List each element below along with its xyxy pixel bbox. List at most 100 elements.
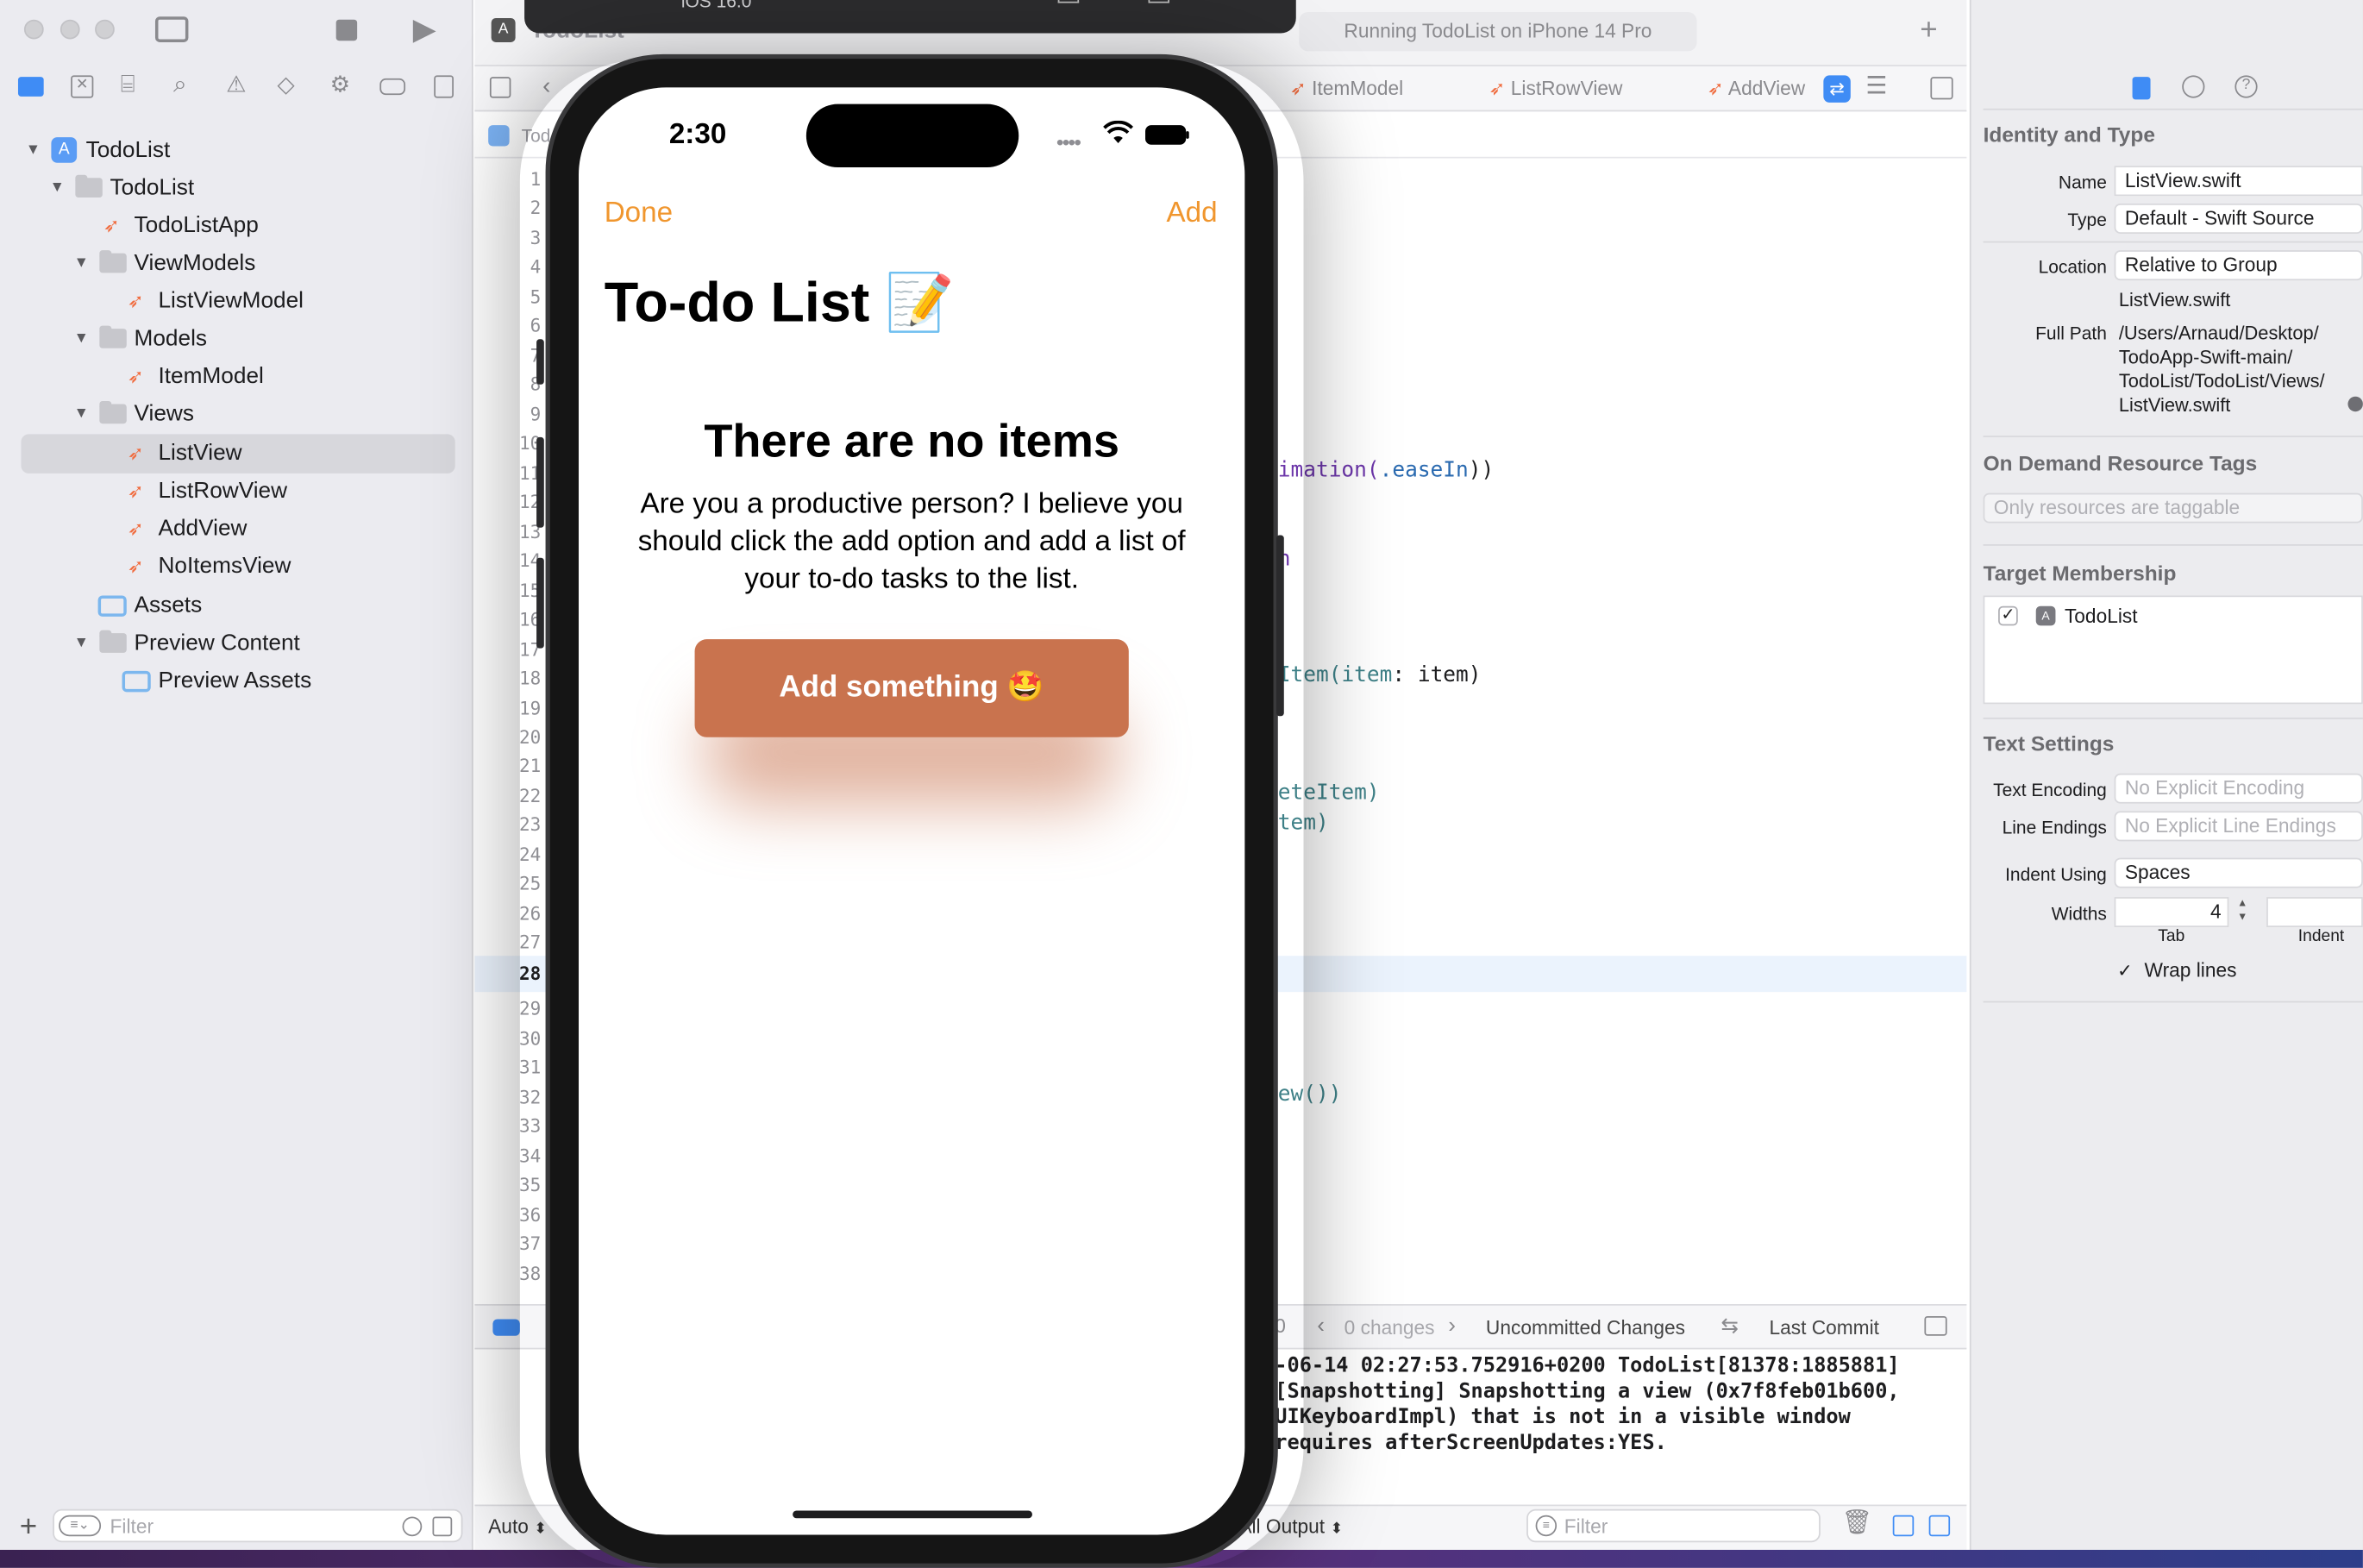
screenshot-icon[interactable] [1057, 0, 1080, 3]
code-line-11[interactable]: imation(.easeIn)) [1278, 458, 1494, 482]
code-line-18[interactable]: Item(item: item) [1278, 663, 1482, 687]
chevron-down-icon[interactable]: ▼ [74, 321, 89, 355]
recent-files-icon[interactable] [402, 1516, 423, 1537]
source-control-navigator-icon[interactable]: ✕ [71, 75, 94, 98]
run-icon[interactable]: ▶ [413, 15, 436, 45]
trash-icon[interactable]: 🗑 [1841, 1511, 1871, 1536]
chevron-down-icon[interactable]: ▼ [74, 625, 89, 660]
rotate-icon[interactable] [1148, 0, 1169, 3]
add-something-button[interactable]: Add something 🤩 [694, 639, 1129, 737]
tree-item-label: ListViewModel [158, 287, 304, 314]
chevron-down-icon[interactable]: ▼ [74, 397, 89, 431]
editor-tab[interactable]: ➶ ListRowView [1489, 77, 1622, 101]
tree-item-assets[interactable]: Preview Assets [0, 663, 452, 698]
hide-debug-area-icon[interactable] [1924, 1316, 1947, 1336]
divider [1983, 1000, 2363, 1003]
indent-width-field[interactable] [2266, 897, 2363, 928]
chevron-right-icon[interactable]: › [1448, 1314, 1456, 1337]
tree-item-group[interactable]: ▼ Preview Content [0, 625, 452, 660]
location-popup[interactable]: Relative to Group [2114, 250, 2363, 281]
tree-item-label: Preview Assets [158, 668, 312, 694]
tab-width-field[interactable]: 4 [2114, 897, 2229, 928]
tree-item-project[interactable]: ▼ A TodoList [0, 133, 452, 167]
chevron-down-icon[interactable]: ▼ [50, 171, 65, 205]
console-filter-field[interactable]: ≡ Filter [1526, 1508, 1821, 1543]
debug-navigator-icon[interactable]: ⚙ [330, 74, 351, 97]
issue-navigator-icon[interactable]: ⚠ [226, 74, 247, 97]
name-field[interactable]: ListView.swift [2114, 166, 2363, 197]
odr-tags-field[interactable]: Only resources are taggable [1983, 492, 2363, 524]
add-tab-icon[interactable]: + [1920, 15, 1937, 45]
filter-options-icon[interactable]: ≡⌄ [59, 1515, 102, 1537]
tree-item-group[interactable]: ▼ ViewModels [0, 246, 452, 280]
folder-icon [99, 250, 127, 273]
close-window-button[interactable] [23, 19, 44, 40]
tree-item-file[interactable]: ➶ ListViewModel [0, 284, 452, 318]
show-variables-icon[interactable] [1892, 1515, 1915, 1537]
find-navigator-icon[interactable]: ⌕ [173, 73, 187, 98]
target-checkbox[interactable]: ✓ [1998, 605, 2018, 626]
canvas-toggle-icon[interactable]: ⇄ [1823, 75, 1851, 103]
uncommitted-changes-button[interactable]: Uncommitted Changes [1486, 1316, 1685, 1339]
editor-options-icon[interactable]: ☰ [1865, 75, 1887, 99]
stop-icon[interactable] [335, 19, 358, 41]
related-items-icon[interactable] [489, 77, 511, 98]
indent-popup[interactable]: Spaces [2114, 857, 2363, 888]
chevron-down-icon[interactable]: ▼ [26, 133, 41, 167]
tree-item-file[interactable]: ➶ AddView [0, 511, 452, 546]
add-button[interactable]: Add [1166, 198, 1217, 230]
test-navigator-icon[interactable]: ◇ [278, 74, 295, 97]
editor-tab[interactable]: ➶ ItemModel [1290, 77, 1403, 101]
back-chevron-icon[interactable]: ‹ [542, 75, 550, 99]
symbol-navigator-icon[interactable]: ⌸ [121, 73, 135, 98]
target-app-icon: A [2035, 605, 2056, 626]
tree-item-file[interactable]: ➶ TodoListApp [0, 208, 452, 242]
line-endings-popup[interactable]: No Explicit Line Endings [2114, 811, 2363, 842]
editor-tab[interactable]: ➶ AddView [1708, 77, 1805, 101]
swift-file-icon: ➶ [1289, 77, 1313, 100]
tree-item-group[interactable]: ▼ Models [0, 321, 452, 355]
tree-item-label: Preview Content [134, 630, 300, 656]
swap-icon[interactable]: ⇆ [1721, 1314, 1739, 1335]
chevron-left-icon[interactable]: ‹ [1317, 1314, 1325, 1337]
folder-icon [99, 400, 127, 424]
report-navigator-icon[interactable] [434, 75, 454, 98]
history-inspector-icon[interactable] [2182, 75, 2205, 98]
tree-item-assets[interactable]: Assets [0, 588, 452, 623]
tab-width-stepper[interactable]: ▲ ▼ [2234, 897, 2252, 927]
breakpoints-toggle-icon[interactable] [492, 1319, 520, 1336]
tree-item-group[interactable]: ▼ Views [0, 397, 452, 431]
tree-item-file[interactable]: ➶ ListRowView [0, 474, 452, 508]
wrap-lines-checkbox[interactable]: ✓ [2117, 960, 2133, 981]
console-line: [Snapshotting] Snapshotting a view (0x7f… [1275, 1379, 1900, 1404]
split-editor-icon[interactable] [1930, 77, 1953, 100]
sidebar-toggle-icon[interactable] [154, 16, 189, 42]
quick-help-icon[interactable]: ? [2235, 75, 2258, 98]
file-inspector-icon[interactable] [2132, 77, 2151, 100]
add-icon[interactable]: + [20, 1512, 37, 1542]
popup-value: No Explicit Encoding [2124, 776, 2305, 800]
tree-item-group-todolist[interactable]: ▼ TodoList [0, 171, 452, 205]
minimize-window-button[interactable] [60, 19, 80, 40]
tree-item-file[interactable]: ➶ NoItemsView [0, 549, 452, 583]
tree-item-file-selected[interactable]: ➶ ListView [0, 436, 452, 470]
breakpoint-navigator-icon[interactable] [379, 78, 406, 96]
zoom-window-button[interactable] [95, 19, 115, 40]
home-indicator[interactable] [793, 1510, 1032, 1519]
last-commit-button[interactable]: Last Commit [1769, 1316, 1879, 1339]
done-button[interactable]: Done [605, 198, 673, 230]
chevron-down-icon[interactable]: ▼ [74, 246, 89, 280]
show-console-icon[interactable] [1928, 1515, 1951, 1537]
side-button[interactable] [1276, 535, 1284, 717]
reveal-in-finder-icon[interactable] [2347, 396, 2363, 412]
encoding-popup[interactable]: No Explicit Encoding [2114, 773, 2363, 804]
volume-down-button[interactable] [536, 557, 544, 649]
type-popup[interactable]: Default - Swift Source [2114, 203, 2363, 234]
scm-filter-icon[interactable] [432, 1516, 453, 1537]
volume-up-button[interactable] [536, 436, 544, 528]
variables-scope-popup[interactable]: Auto ⬍ [488, 1515, 547, 1538]
folder-navigator-icon[interactable] [17, 77, 44, 97]
tree-item-file[interactable]: ➶ ItemModel [0, 359, 452, 393]
navigator-filter-field[interactable]: ≡⌄ Filter [53, 1508, 463, 1543]
swift-file-icon: ➶ [127, 479, 144, 503]
